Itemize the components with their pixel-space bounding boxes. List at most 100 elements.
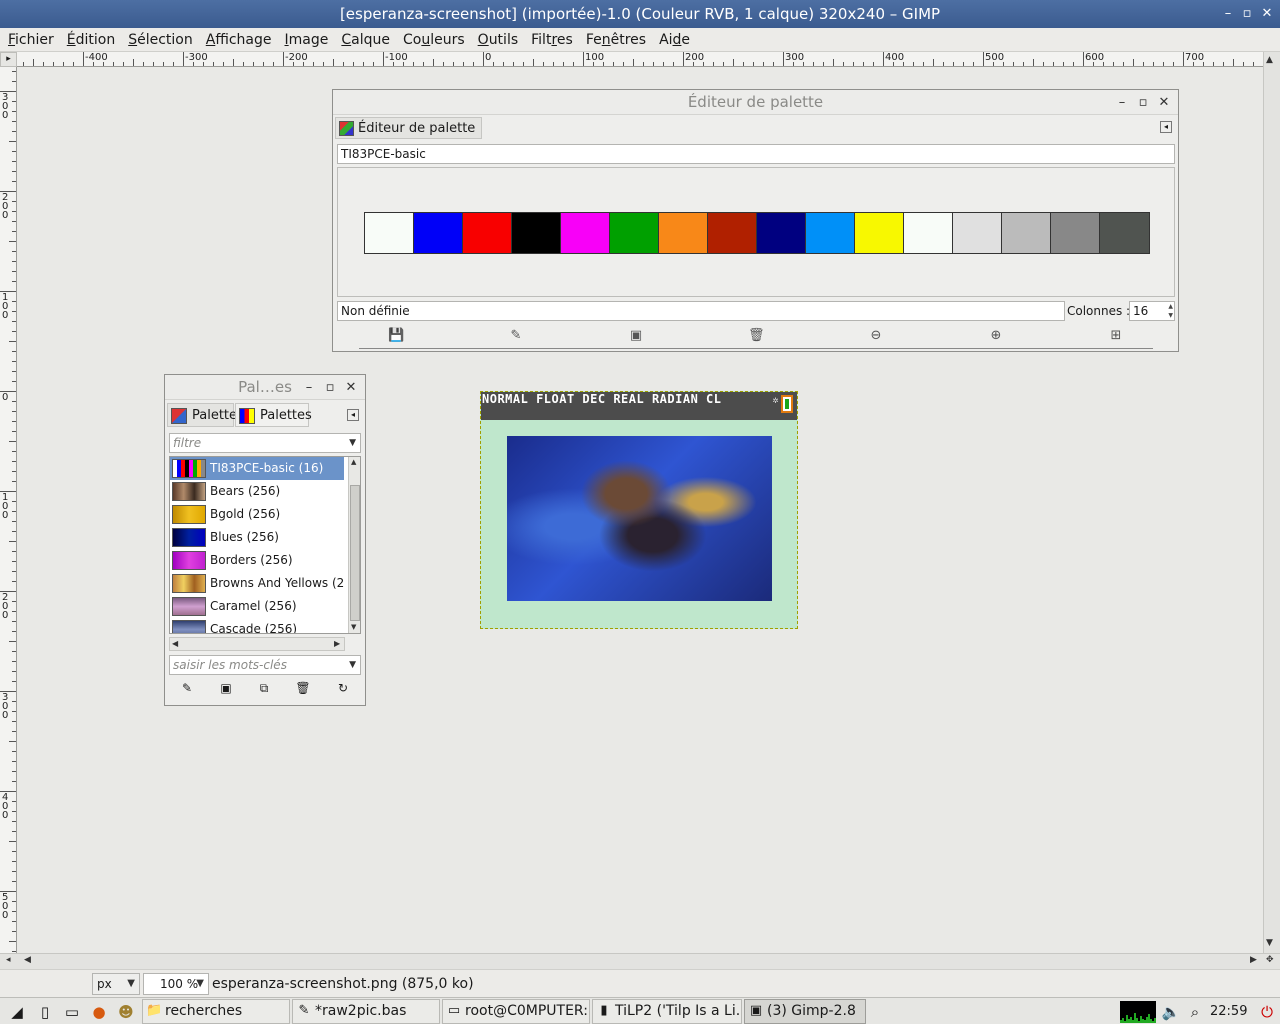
edit-palette-icon[interactable]: ✎ [179, 680, 195, 696]
menu-selection[interactable]: Sélection [120, 28, 198, 52]
menu-fenetres[interactable]: Fenêtres [578, 28, 651, 52]
palettes-tab-menu-button[interactable]: ◂ [347, 409, 359, 421]
palette-editor-close-button[interactable]: ✕ [1154, 90, 1174, 115]
scroll-left-icon[interactable]: ◀ [172, 639, 178, 648]
ruler-corner-button[interactable]: ▸ [0, 52, 17, 67]
list-item[interactable]: Bears (256) [170, 480, 344, 503]
palette-swatch[interactable] [855, 213, 904, 253]
menu-image[interactable]: Image [277, 28, 334, 52]
palette-editor-title-bar[interactable]: Éditeur de palette – ▫ ✕ [333, 90, 1178, 115]
taskbar-task[interactable]: ▣ (3) Gimp-2.8 [744, 999, 866, 1024]
color-name-input[interactable]: Non définie [337, 301, 1065, 321]
chevron-down-icon[interactable]: ▼ [349, 434, 356, 452]
palette-editor-maximize-button[interactable]: ▫ [1133, 90, 1153, 115]
palettes-dialog-close-button[interactable]: ✕ [341, 375, 361, 400]
palette-swatch[interactable] [1002, 213, 1051, 253]
palette-editor-minimize-button[interactable]: – [1112, 90, 1132, 115]
delete-color-icon[interactable]: 🗑 [748, 328, 765, 344]
new-color-icon[interactable]: ▣ [628, 328, 644, 344]
list-item[interactable]: Caramel (256) [170, 595, 344, 618]
palettes-list[interactable]: TI83PCE-basic (16) Bears (256) Bgold (256)… [169, 456, 361, 634]
menu-aide[interactable]: Aide [651, 28, 695, 52]
refresh-palettes-icon[interactable]: ↻ [335, 680, 351, 696]
palette-swatch[interactable] [904, 213, 953, 253]
horizontal-scrollbar[interactable]: ◂ ◀ ▶ ✥ [0, 953, 1280, 969]
menu-outils[interactable]: Outils [470, 28, 523, 52]
volume-icon[interactable]: 🔈 [1160, 1001, 1182, 1023]
list-item[interactable]: Browns And Yellows (22 [170, 572, 344, 595]
palette-swatch[interactable] [1051, 213, 1100, 253]
terminal-icon[interactable]: ▭ [61, 1001, 83, 1023]
horizontal-ruler[interactable]: -400 -300 -200 -100 0 100 200 300 400 500 600 700 [17, 52, 1263, 67]
edit-color-icon[interactable]: ✎ [508, 328, 524, 344]
palette-swatch[interactable] [414, 213, 463, 253]
palette-swatch[interactable] [659, 213, 708, 253]
chevron-down-icon[interactable]: ▼ [196, 974, 204, 994]
app-menu-icon[interactable]: ◢ [6, 1001, 28, 1023]
gimp-launcher-icon[interactable]: ☻ [115, 1001, 137, 1023]
desktop-icon[interactable]: ▯ [34, 1001, 56, 1023]
search-icon[interactable]: ⌕ [1184, 1001, 1206, 1023]
scroll-up-icon[interactable]: ▲ [351, 458, 356, 466]
palettes-dialog-maximize-button[interactable]: ▫ [320, 375, 340, 400]
scroll-up-icon[interactable]: ▲ [1266, 55, 1273, 65]
zoom-out-icon[interactable]: ⊖ [868, 328, 884, 344]
scroll-right-icon[interactable]: ▶ [334, 639, 340, 648]
zoom-all-icon[interactable]: ⊞ [1108, 328, 1124, 344]
scroll-left-icon[interactable]: ◀ [24, 955, 31, 965]
taskbar-task[interactable]: 📁 recherches [142, 999, 290, 1024]
list-item[interactable]: TI83PCE-basic (16) [170, 457, 344, 480]
list-item[interactable]: Bgold (256) [170, 503, 344, 526]
delete-palette-icon[interactable]: 🗑 [295, 680, 311, 696]
palette-swatch[interactable] [1100, 213, 1149, 253]
scroll-down-icon[interactable]: ▼ [351, 623, 356, 631]
palettes-list-horizontal-scrollbar[interactable]: ◀ ▶ [169, 637, 345, 651]
palettes-dialog-minimize-button[interactable]: – [299, 375, 319, 400]
window-title-bar[interactable]: [esperanza-screenshot] (importée)-1.0 (C… [0, 0, 1280, 28]
tab-palette-editor[interactable]: Éditeur de palette [335, 117, 483, 139]
scroll-right-icon[interactable]: ▶ [1250, 955, 1257, 965]
zoom-select[interactable]: 100 % ▼ [143, 973, 209, 995]
zoom-in-icon[interactable]: ⊕ [988, 328, 1004, 344]
palette-swatch[interactable] [561, 213, 610, 253]
menu-fichier[interactable]: Fichier [0, 28, 59, 52]
palette-name-input[interactable]: TI83PCE-basic [337, 144, 1175, 164]
vertical-ruler[interactable]: 3 0 0 2 0 0 1 0 0 0 1 0 0 2 0 0 3 0 0 4 0 0 5 0 … [0, 67, 17, 953]
duplicate-palette-icon[interactable]: ⧉ [256, 680, 272, 696]
close-window-button[interactable]: ✕ [1256, 0, 1278, 28]
tab-palettes[interactable]: Palettes [235, 403, 312, 427]
chevron-down-icon[interactable]: ▼ [127, 974, 135, 994]
vertical-scrollbar[interactable]: ▲ ▼ [1263, 52, 1280, 953]
palette-swatch[interactable] [365, 213, 414, 253]
image-layer[interactable]: NORMAL FLOAT DEC REAL RADIAN CL ✲ [480, 391, 798, 629]
clock[interactable]: 22:59 [1210, 998, 1247, 1024]
taskbar-task[interactable]: ▮ TiLP2 ('Tilp Is a Li... [592, 999, 742, 1024]
list-item[interactable]: Borders (256) [170, 549, 344, 572]
firefox-icon[interactable]: ● [88, 1001, 110, 1023]
menu-couleurs[interactable]: Couleurs [395, 28, 470, 52]
palette-swatch[interactable] [610, 213, 659, 253]
menu-edition[interactable]: Édition [59, 28, 120, 52]
menu-calque[interactable]: Calque [333, 28, 395, 52]
palette-swatch[interactable] [708, 213, 757, 253]
unit-select[interactable]: px ▼ [92, 973, 140, 995]
taskbar-task[interactable]: ✎ *raw2pic.bas [292, 999, 440, 1024]
palette-swatch[interactable] [806, 213, 855, 253]
list-item[interactable]: Blues (256) [170, 526, 344, 549]
columns-spinner[interactable]: 16 ▲ ▼ [1129, 301, 1175, 321]
save-palette-icon[interactable]: 💾 [388, 328, 404, 344]
tag-keywords-input[interactable]: saisir les mots-clés ▼ [169, 655, 361, 675]
palettes-dialog-title-bar[interactable]: Pal…es – ▫ ✕ [165, 375, 365, 400]
palette-swatch[interactable] [757, 213, 806, 253]
palette-swatch[interactable] [953, 213, 1002, 253]
list-item[interactable]: Cascade (256) [170, 618, 344, 633]
navigate-icon[interactable]: ✥ [1266, 955, 1274, 965]
menu-affichage[interactable]: Affichage [198, 28, 277, 52]
palette-swatch[interactable] [512, 213, 561, 253]
palette-editor-tab-menu-button[interactable]: ◂ [1160, 121, 1172, 133]
palette-swatch[interactable] [463, 213, 512, 253]
tab-palette[interactable]: Palette [167, 403, 237, 427]
spin-arrows-icon[interactable]: ▲ ▼ [1168, 302, 1173, 320]
nav-left-icon[interactable]: ◂ [6, 955, 11, 965]
taskbar-task[interactable]: ▭ root@C0MPUTER:... [442, 999, 590, 1024]
